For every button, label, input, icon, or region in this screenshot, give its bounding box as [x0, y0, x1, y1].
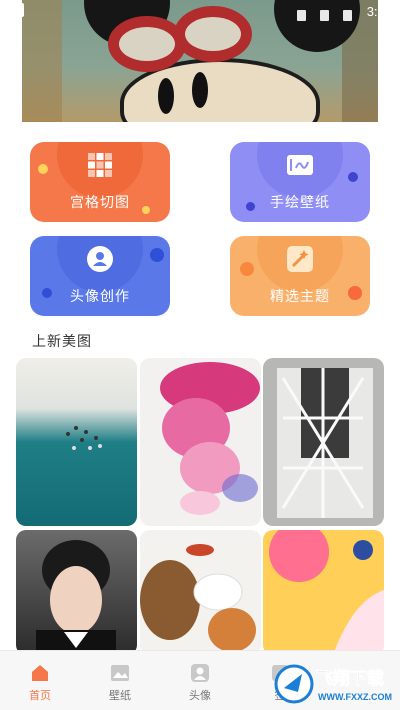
grid-icon: [88, 153, 112, 177]
nav-label: 头像: [189, 689, 211, 702]
pink-ink-art: [160, 362, 260, 515]
nav-label: 首页: [29, 689, 51, 702]
feature-avatar-creation[interactable]: 头像创作: [30, 236, 170, 316]
mouse-eye-right: [192, 72, 208, 108]
image-icon: [111, 665, 129, 681]
goggle-left: [108, 16, 186, 72]
section-title: 上新美图: [32, 334, 92, 350]
status-icons: [288, 6, 352, 25]
banner-frame-left: [22, 0, 62, 122]
yellow-floral-art: [269, 530, 384, 655]
gallery-image-1[interactable]: [16, 358, 137, 526]
feature-grid-cut[interactable]: 宫格切图: [30, 142, 170, 222]
nav-home[interactable]: 首页: [0, 651, 80, 710]
avatar-icon: [87, 246, 113, 272]
nav-wallpaper[interactable]: 壁纸: [80, 651, 160, 710]
decor-dot: [348, 172, 358, 182]
watermark-logo: 飞翔下载 WWW.FXXZ.COM: [274, 662, 392, 706]
watermark-art: 飞翔下载 WWW.FXXZ.COM: [274, 664, 392, 704]
feature-label: 头像创作: [70, 289, 130, 305]
beach-art: [66, 426, 102, 450]
feature-selected-themes[interactable]: 精选主题: [230, 236, 370, 316]
feature-label: 宫格切图: [70, 195, 130, 211]
feature-label: 精选主题: [270, 289, 330, 305]
notification-icon: [10, 3, 24, 17]
decor-dot: [240, 262, 254, 276]
top-banner[interactable]: 3:34: [0, 0, 400, 122]
gallery-image-4[interactable]: [16, 530, 137, 655]
tablet-pen-icon: [287, 155, 313, 175]
decor-dot: [150, 248, 164, 262]
feature-hand-drawn-wallpaper[interactable]: 手绘壁纸: [230, 142, 370, 222]
avatar-icon: [191, 664, 209, 682]
nav-label: 壁纸: [109, 689, 131, 702]
sim-icon: [319, 10, 329, 21]
battery-icon: [343, 10, 352, 21]
gallery-image-6[interactable]: [263, 530, 384, 655]
feature-label: 手绘壁纸: [270, 195, 330, 211]
wifi-icon: [296, 10, 306, 21]
gallery-image-2[interactable]: [140, 358, 261, 526]
magic-wand-icon: [287, 246, 313, 272]
gallery-image-5[interactable]: [140, 530, 261, 655]
cartoon-pets-art: [140, 544, 256, 652]
svg-text:飞翔下载: 飞翔下载: [316, 668, 384, 689]
mouse-eye-left: [158, 78, 174, 114]
home-icon: [32, 665, 48, 681]
svg-text:WWW.FXXZ.COM: WWW.FXXZ.COM: [318, 692, 392, 702]
status-time: 3:34: [366, 4, 392, 19]
nav-avatar[interactable]: 头像: [160, 651, 240, 710]
decor-dot: [38, 164, 48, 174]
white-net-art: [277, 368, 373, 518]
portrait-art: [36, 540, 116, 655]
goggle-right: [174, 6, 252, 62]
gallery-image-3[interactable]: [263, 358, 384, 526]
